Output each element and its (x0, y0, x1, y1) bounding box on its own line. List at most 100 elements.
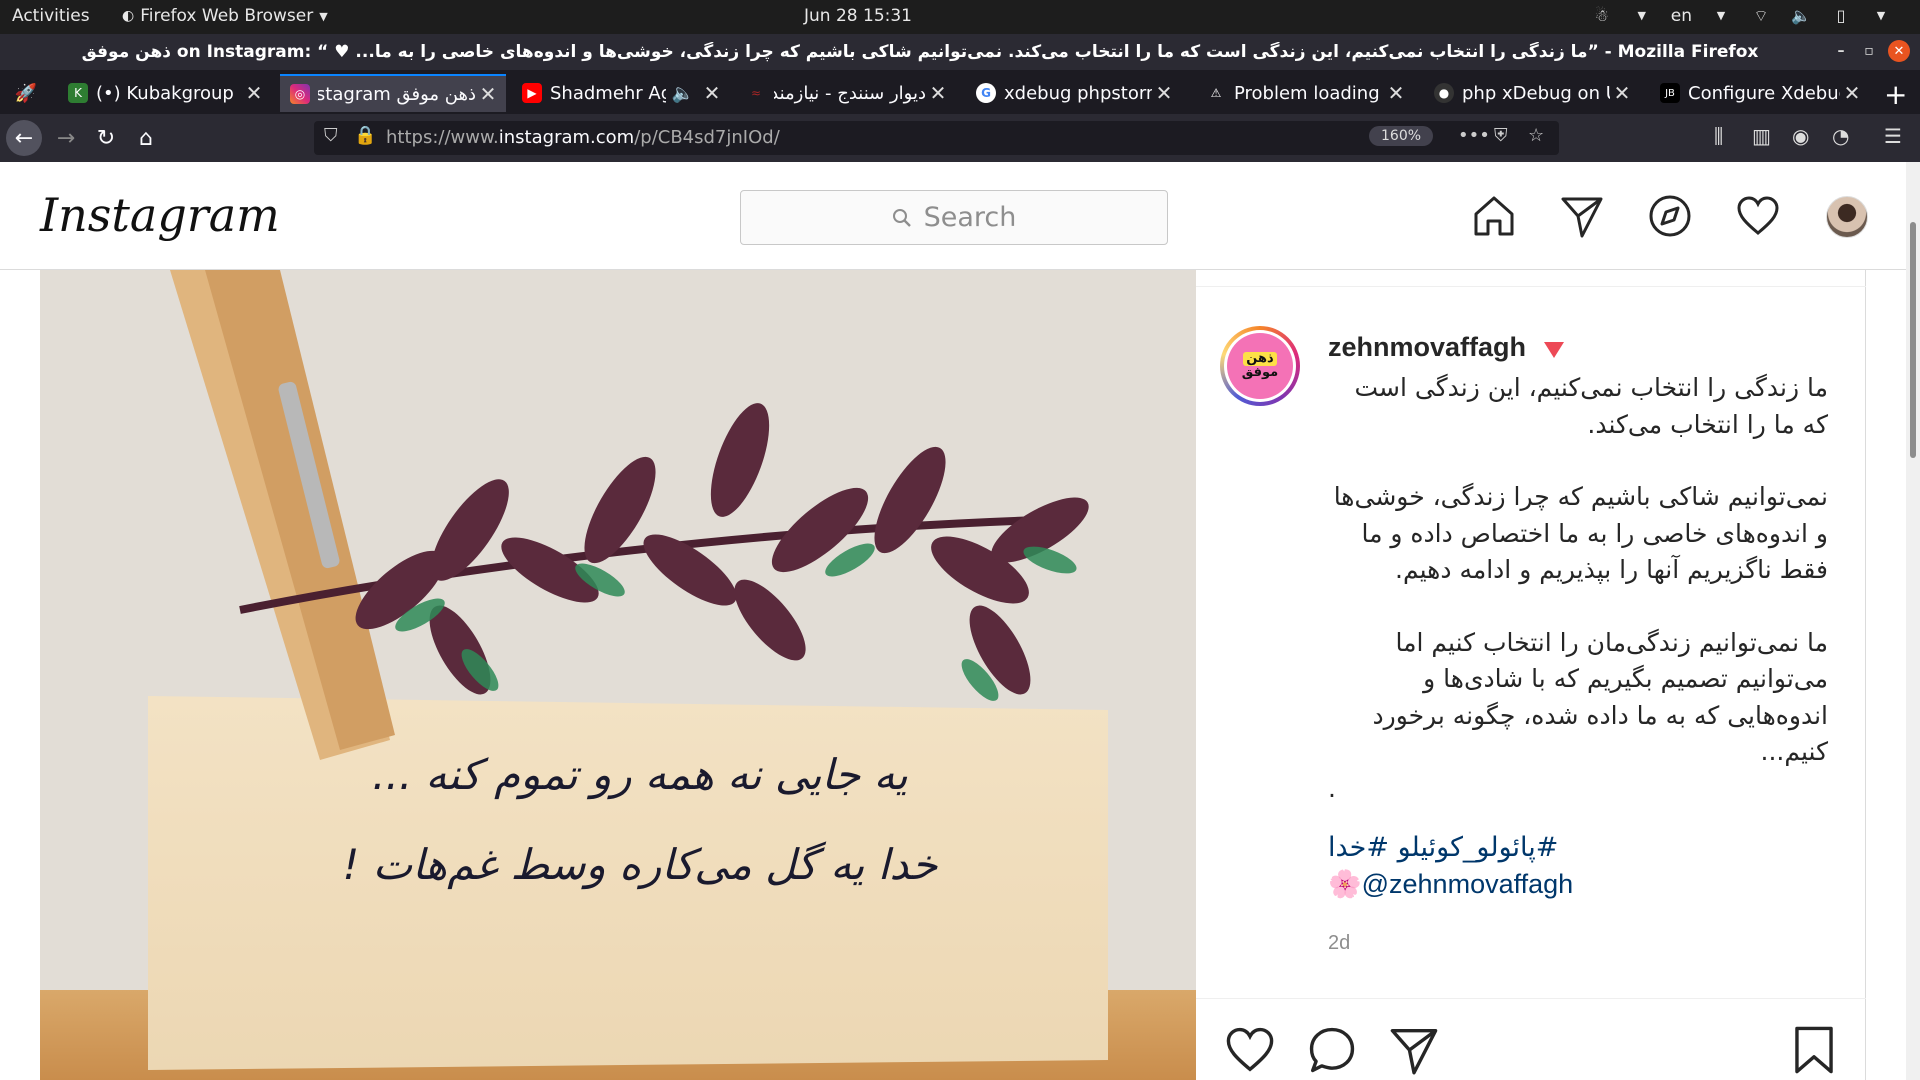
close-tab-icon[interactable]: ✕ (1840, 81, 1864, 105)
speaker-icon[interactable]: 🔈 (672, 83, 694, 104)
activity-heart-icon[interactable] (1734, 192, 1782, 240)
chevron-down-icon: ▼ (1716, 9, 1726, 22)
google-favicon: G (976, 83, 996, 103)
close-tab-icon[interactable]: ✕ (1152, 81, 1176, 105)
divider (1196, 286, 1866, 287)
youtube-favicon: ▶ (522, 83, 542, 103)
search-icon (892, 208, 911, 227)
chevron-down-icon: ▼ (1876, 9, 1886, 22)
instagram-header: Instagram Search (0, 162, 1920, 270)
wifi-icon[interactable]: ⌔ (1750, 5, 1772, 27)
tab-php-xdebug[interactable]: ● php xDebug on Ubuntu ✕ (1424, 74, 1640, 112)
tab-problem-loading[interactable]: ⚠ Problem loading page ✕ (1196, 74, 1414, 112)
shield-icon[interactable]: ⛉ (324, 125, 338, 146)
caption-dot: . (1328, 773, 1336, 803)
sidebar-icon[interactable]: ▥ (1752, 124, 1771, 148)
minimize-button[interactable]: – (1830, 40, 1852, 62)
clock[interactable]: Jun 28 15:31 (0, 6, 1716, 26)
back-button[interactable]: ← (6, 120, 42, 156)
explore-compass-icon[interactable] (1646, 192, 1694, 240)
avatar-text: ذهن (1243, 351, 1277, 366)
system-top-bar: Activities ◐ Firefox Web Browser ▼ Jun 2… (0, 0, 1920, 34)
tab-shadmehr[interactable]: ▶ Shadmehr Aghili 🔈 ✕ (512, 74, 730, 112)
tab-label: Shadmehr Aghili (550, 82, 666, 104)
zoom-indicator[interactable]: 160% (1369, 126, 1434, 146)
author-avatar[interactable]: ذهن موفق (1220, 326, 1300, 406)
new-tab-button[interactable]: + (1884, 78, 1907, 111)
battery-icon[interactable]: ▯ (1830, 5, 1852, 27)
divar-favicon: ≈ (750, 86, 762, 100)
reload-button[interactable]: ↻ (88, 120, 124, 156)
close-window-button[interactable]: ✕ (1888, 40, 1910, 62)
volume-icon[interactable]: 🔈 (1790, 5, 1812, 27)
post-photo-illustration (40, 270, 1196, 1080)
like-heart-icon[interactable] (1222, 1022, 1278, 1078)
divider (1196, 998, 1866, 999)
page-actions-icon[interactable]: ••• (1458, 125, 1490, 146)
library-icon[interactable]: ⫼ (1714, 124, 1723, 148)
warning-icon: ⚠ (1210, 86, 1222, 100)
caption-paragraph: ما نمی‌توانیم زندگی‌مان را انتخاب کنیم ا… (1372, 627, 1828, 767)
sync-icon[interactable]: ◔ (1832, 124, 1849, 148)
pocket-icon[interactable]: ⛨ (1494, 125, 1508, 146)
tab-xdebug-phpstorm[interactable]: G xdebug phpstorm ✕ (966, 74, 1182, 112)
post-timestamp[interactable]: 2d (1328, 932, 1350, 955)
instagram-favicon: ◎ (290, 84, 310, 104)
close-tab-icon[interactable]: ✕ (700, 81, 724, 105)
close-tab-icon[interactable]: ✕ (242, 81, 266, 105)
tab-kubakgroup[interactable]: K (•) Kubakgroup ✕ (58, 74, 272, 112)
github-favicon: ● (1434, 83, 1454, 103)
tab-configure-xdebug[interactable]: JB Configure Xdebug ✕ (1650, 74, 1870, 112)
chevron-down-icon: ▼ (1637, 9, 1646, 22)
search-placeholder: Search (923, 202, 1017, 233)
avatar-text: موفق (1241, 365, 1279, 380)
comment-icon[interactable] (1304, 1022, 1360, 1078)
close-tab-icon[interactable]: ✕ (926, 81, 950, 105)
caption-paragraph: ما زندگی را انتخاب نمی‌کنیم، این زندگی ا… (1354, 373, 1829, 439)
system-tray[interactable]: ☃ ▼ en ▼ ⌔ 🔈 ▯ ▼ (1591, 5, 1892, 27)
account-icon[interactable]: ◉ (1792, 124, 1809, 148)
window-title: ذهن موفق on Instagram: “ ♥ ...ما زندگی ر… (81, 42, 1759, 62)
window-titlebar: ذهن موفق on Instagram: “ ♥ ...ما زندگی ر… (0, 34, 1920, 70)
scrollbar-thumb[interactable] (1910, 222, 1916, 458)
tab-label: xdebug phpstorm (1004, 82, 1152, 104)
close-tab-icon[interactable]: ✕ (1610, 81, 1634, 105)
tab-label: Configure Xdebug (1688, 82, 1840, 104)
jetbrains-favicon: JB (1660, 83, 1680, 103)
language-indicator[interactable]: en (1671, 6, 1692, 26)
instagram-logo[interactable]: Instagram (40, 188, 280, 242)
tab-label: دیوار سنندج - نیازمند (774, 82, 926, 104)
tab-pinned-rocket[interactable]: 🚀 (6, 74, 50, 112)
home-icon[interactable] (1470, 192, 1518, 240)
home-button[interactable]: ⌂ (128, 120, 164, 156)
close-tab-icon[interactable]: ✕ (476, 82, 500, 106)
handwritten-note-line-2: خدا یه گل می‌کاره وسط غم‌هات ! (342, 840, 938, 889)
url-bar[interactable]: ⛉ 🔒 https://www.instagram.com/p/CB4sd7jn… (314, 121, 1559, 155)
restore-button[interactable]: ▫ (1858, 40, 1880, 62)
share-icon[interactable] (1386, 1022, 1442, 1078)
post-image[interactable]: یه جایی نه همه رو تموم کنه ... خدا یه گل… (40, 270, 1196, 1080)
bookmark-star-icon[interactable]: ☆ (1528, 125, 1544, 146)
tab-label: php xDebug on Ubuntu (1462, 82, 1610, 104)
menu-icon[interactable]: ☰ (1884, 124, 1902, 148)
post-caption: ما زندگی را انتخاب نمی‌کنیم، این زندگی ا… (1328, 370, 1828, 807)
tab-strip: 🚀 K (•) Kubakgroup ✕ ◎ ذهن موفق on Insta… (0, 70, 1920, 114)
save-bookmark-icon[interactable] (1786, 1022, 1842, 1078)
author-username[interactable]: zehnmovaffagh (1328, 332, 1526, 363)
caption-paragraph: نمی‌توانیم شاکی باشیم که چرا زندگی، خوشی… (1333, 482, 1828, 584)
kubakgroup-favicon: K (68, 83, 88, 103)
verified-flag-icon (1544, 342, 1564, 358)
forward-button[interactable]: → (48, 120, 84, 156)
post-details-panel: ذهن موفق zehnmovaffagh ما زندگی را انتخا… (1196, 270, 1866, 1080)
profile-avatar[interactable] (1826, 196, 1868, 238)
tab-instagram[interactable]: ◎ ذهن موفق on Instagram ✕ (280, 74, 506, 112)
tab-divar[interactable]: ≈ دیوار سنندج - نیازمند ✕ (736, 74, 956, 112)
hashtag-links[interactable]: #پائولو_کوئیلو #خدا (1328, 832, 1558, 863)
close-tab-icon[interactable]: ✕ (1384, 81, 1408, 105)
direct-messages-icon[interactable] (1558, 192, 1606, 240)
search-input[interactable]: Search (740, 190, 1168, 245)
accessibility-icon[interactable]: ☃ (1591, 5, 1613, 27)
lock-icon[interactable]: 🔒 (354, 125, 376, 146)
mention-link[interactable]: 🌸@zehnmovaffagh (1328, 868, 1573, 900)
url-text[interactable]: https://www.instagram.com/p/CB4sd7jnIOd/ (386, 127, 780, 148)
